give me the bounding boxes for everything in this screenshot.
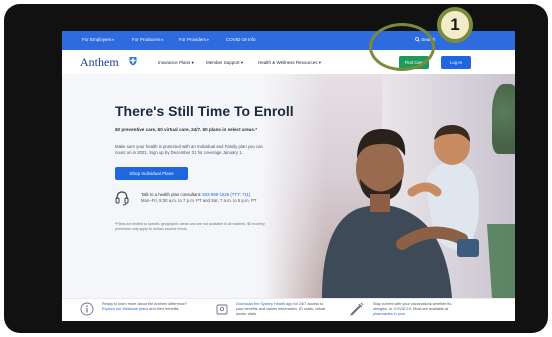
blue-cross-shield-icon (129, 57, 137, 66)
browser-viewport: For Employers▾ For Producers▾ For Provid… (62, 31, 515, 321)
hero-title: There's Still Time To Enroll (115, 103, 294, 119)
medicare-blurb: Ready to learn more about the Anthem dif… (102, 302, 192, 312)
shop-individual-plans-button[interactable]: Shop Individual Plans (115, 167, 188, 180)
consultant-hours: Mon–Fri, 5:30 a.m. to 7 p.m. PT and Sat,… (141, 198, 257, 203)
consultant-phone-link[interactable]: 833-959-1526 (TTY: 711) (202, 192, 250, 197)
blurb-text: Stay current with your vaccinations whet… (373, 302, 453, 311)
hero-body-text: Make sure your health is protected with … (115, 144, 263, 155)
hero-section: There's Still Time To Enroll $0 preventi… (62, 74, 515, 298)
callout-step-badge: 1 (437, 7, 473, 43)
util-link-label: For Employers (82, 37, 112, 42)
nav-insurance-plans[interactable]: Insurance Plans ▾ (158, 60, 194, 66)
nav-label: Member Support (206, 60, 240, 65)
util-link-covid[interactable]: COVID-19 Info (226, 37, 256, 42)
main-nav: Anthem Insurance Plans ▾ Member Support … (62, 50, 515, 75)
vaccination-blurb: Stay current with your vaccinations whet… (373, 302, 463, 317)
medicare-plans-link[interactable]: Explore our Medicare plans (102, 307, 148, 311)
util-link-providers[interactable]: For Providers▾ (179, 37, 209, 42)
syringe-icon (350, 302, 364, 316)
login-button[interactable]: Log In (441, 56, 471, 69)
nav-label: Health & Wellness Resources (258, 60, 318, 65)
consultant-line: Talk to a health plan consultant: 833-95… (141, 192, 250, 197)
headset-icon (115, 191, 129, 206)
device-frame: For Employers▾ For Producers▾ For Provid… (4, 4, 548, 333)
chevron-down-icon: ▾ (318, 60, 321, 65)
info-icon (80, 302, 94, 316)
util-link-label: For Providers (179, 37, 207, 42)
chevron-down-icon: ▾ (207, 38, 209, 42)
app-blurb: Download the Sydney Health app for 24/7 … (236, 302, 326, 317)
blurb-text: Ready to learn more about the Anthem dif… (102, 302, 187, 306)
nav-label: Insurance Plans (158, 60, 191, 65)
mobile-app-icon (216, 304, 228, 315)
chevron-down-icon: ▾ (191, 60, 194, 65)
chevron-down-icon: ▾ (240, 60, 244, 65)
hero-footnote: *Plans are limited to specific geographi… (115, 222, 265, 231)
blurb-text: and their benefits. (148, 307, 180, 311)
hero-subtitle: $0 preventive care, $0 virtual care, 24/… (115, 127, 257, 132)
sydney-app-link[interactable]: Download the Sydney Health app (236, 302, 292, 306)
util-link-producers[interactable]: For Producers▾ (132, 37, 163, 42)
nav-health-wellness[interactable]: Health & Wellness Resources ▾ (258, 60, 321, 66)
nav-member-support[interactable]: Member Support ▾ (206, 60, 243, 66)
util-link-employers[interactable]: For Employers▾ (82, 37, 114, 42)
anthem-logo[interactable]: Anthem (80, 55, 119, 70)
hero-photo-father-and-child (262, 74, 515, 298)
callout-highlight-ring (369, 23, 435, 71)
util-link-label: For Producers (132, 37, 161, 42)
chevron-down-icon: ▾ (161, 38, 164, 42)
consultant-text: Talk to a health plan consultant: (141, 192, 203, 197)
feature-strip: Ready to learn more about the Anthem dif… (62, 298, 515, 321)
pharmacies-link[interactable]: pharmacies in your (373, 312, 405, 316)
photo-people-illustration (322, 124, 515, 298)
chevron-down-icon: ▾ (112, 38, 115, 42)
